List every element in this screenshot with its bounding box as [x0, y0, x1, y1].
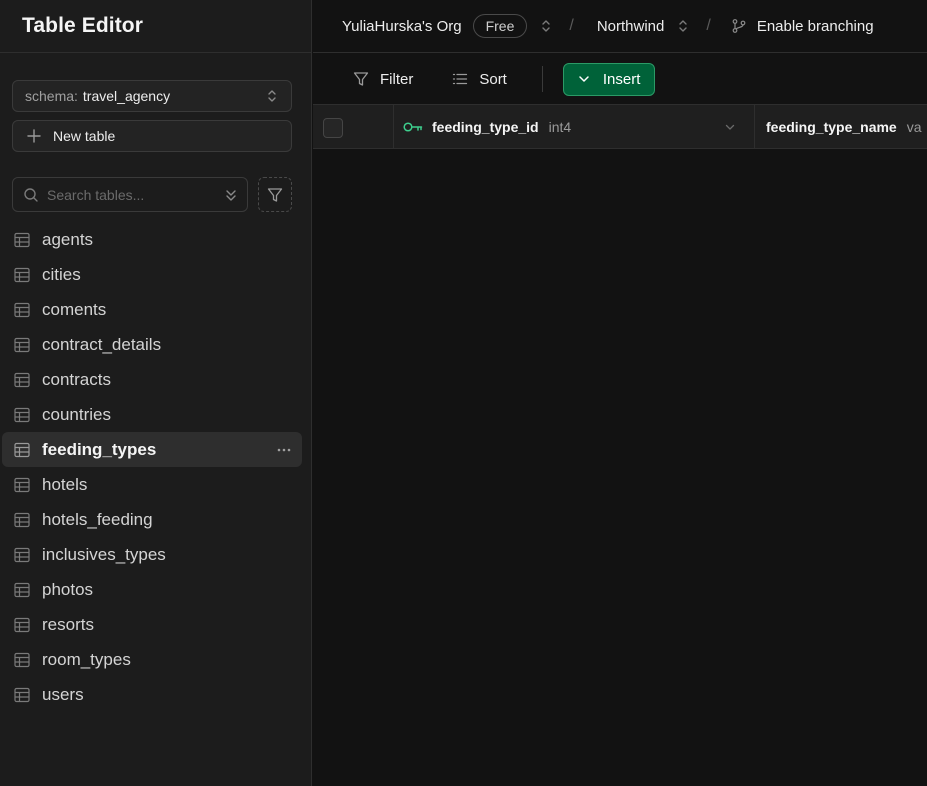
- filter-button[interactable]: Filter: [353, 71, 413, 88]
- org-selector[interactable]: YuliaHurska's Org: [342, 18, 462, 35]
- table-item-label: contract_details: [42, 334, 162, 354]
- schema-prefix: schema:: [25, 88, 78, 104]
- table-item-label: countries: [42, 404, 111, 424]
- table-item-label: inclusives_types: [42, 544, 166, 564]
- sort-label: Sort: [479, 70, 507, 88]
- chevron-down-icon[interactable]: [724, 121, 736, 133]
- plus-icon: [27, 129, 41, 143]
- project-selector[interactable]: Northwind: [597, 18, 665, 35]
- chevron-up-down-icon: [266, 88, 278, 104]
- table-icon: [14, 687, 30, 703]
- table-icon: [14, 477, 30, 493]
- table-icon: [14, 372, 30, 388]
- table-icon: [14, 267, 30, 283]
- select-all-cell: [313, 105, 394, 148]
- breadcrumb: YuliaHurska's Org Free / Northwind / Ena…: [313, 0, 927, 53]
- filter-icon: [267, 187, 283, 203]
- table-icon: [14, 617, 30, 633]
- table-icon: [14, 652, 30, 668]
- insert-label: Insert: [602, 70, 641, 88]
- breadcrumb-separator: /: [569, 17, 574, 34]
- table-item[interactable]: hotels_feeding: [0, 502, 312, 537]
- grid-toolbar: Filter Sort Insert: [313, 53, 927, 105]
- plan-badge: Free: [472, 14, 528, 38]
- search-input[interactable]: [47, 186, 207, 203]
- toolbar-divider: [541, 66, 543, 92]
- table-item[interactable]: resorts: [0, 607, 312, 642]
- page-title: Table Editor: [22, 14, 143, 37]
- chevron-up-down-icon[interactable]: [540, 18, 552, 34]
- column-type: int4: [548, 118, 572, 135]
- table-item-label: resorts: [42, 614, 94, 634]
- list-icon: [452, 71, 468, 87]
- table-item-label: room_types: [42, 649, 131, 669]
- table-item-active[interactable]: feeding_types: [2, 432, 302, 467]
- table-icon: [14, 302, 30, 318]
- column-header[interactable]: feeding_type_id int4: [394, 105, 755, 148]
- table-item-label: hotels: [42, 474, 88, 494]
- table-item[interactable]: room_types: [0, 642, 312, 677]
- filter-tables-button[interactable]: [258, 177, 292, 212]
- table-icon: [14, 337, 30, 353]
- enable-branching-button[interactable]: Enable branching: [757, 18, 874, 35]
- table-item-label: hotels_feeding: [42, 509, 153, 529]
- table-item[interactable]: contracts: [0, 362, 312, 397]
- key-icon: [403, 121, 423, 133]
- column-name: feeding_type_id: [432, 118, 539, 135]
- table-icon: [14, 582, 30, 598]
- table-item-label: agents: [42, 229, 94, 249]
- column-name: feeding_type_name: [766, 118, 897, 135]
- more-horizontal-icon[interactable]: [276, 442, 292, 458]
- table-item-label: cities: [42, 264, 81, 284]
- table-item-label: photos: [42, 579, 94, 599]
- grid-body: [313, 149, 927, 786]
- search-tables[interactable]: [12, 177, 248, 212]
- search-icon: [23, 187, 39, 203]
- filter-label: Filter: [380, 70, 414, 88]
- table-item-label: feeding_types: [42, 439, 157, 459]
- table-item[interactable]: coments: [0, 292, 312, 327]
- sidebar: Table Editor schema: travel_agency New t…: [0, 0, 312, 786]
- table-item[interactable]: contract_details: [0, 327, 312, 362]
- chevrons-down-icon[interactable]: [225, 187, 237, 203]
- table-icon: [14, 547, 30, 563]
- sidebar-header: Table Editor: [0, 0, 311, 53]
- column-header[interactable]: feeding_type_name va: [755, 105, 927, 148]
- schema-value: travel_agency: [82, 88, 171, 104]
- git-branch-icon: [731, 18, 747, 34]
- table-icon: [14, 442, 30, 458]
- table-item-label: coments: [42, 299, 107, 319]
- table-item[interactable]: users: [0, 677, 312, 712]
- chevron-down-icon: [578, 73, 590, 85]
- new-table-label: New table: [53, 128, 116, 144]
- insert-button[interactable]: Insert: [562, 62, 655, 96]
- table-icon: [14, 232, 30, 248]
- grid-header: feeding_type_id int4 feeding_type_name v…: [313, 104, 927, 149]
- select-all-checkbox[interactable]: [323, 118, 343, 138]
- table-item[interactable]: hotels: [0, 467, 312, 502]
- filter-icon: [353, 71, 369, 87]
- column-type: va: [906, 118, 922, 135]
- table-item[interactable]: inclusives_types: [0, 537, 312, 572]
- table-item-label: contracts: [42, 369, 111, 389]
- new-table-button[interactable]: New table: [12, 120, 292, 152]
- table-list: agents cities coments contract_details c…: [0, 222, 312, 712]
- table-item[interactable]: agents: [0, 222, 312, 257]
- sort-button[interactable]: Sort: [452, 71, 507, 88]
- chevron-up-down-icon[interactable]: [677, 18, 689, 34]
- breadcrumb-separator: /: [706, 17, 711, 34]
- table-item-label: users: [42, 684, 84, 704]
- table-icon: [14, 512, 30, 528]
- schema-select[interactable]: schema: travel_agency: [12, 80, 292, 112]
- table-icon: [14, 407, 30, 423]
- table-item[interactable]: photos: [0, 572, 312, 607]
- table-item[interactable]: cities: [0, 257, 312, 292]
- table-item[interactable]: countries: [0, 397, 312, 432]
